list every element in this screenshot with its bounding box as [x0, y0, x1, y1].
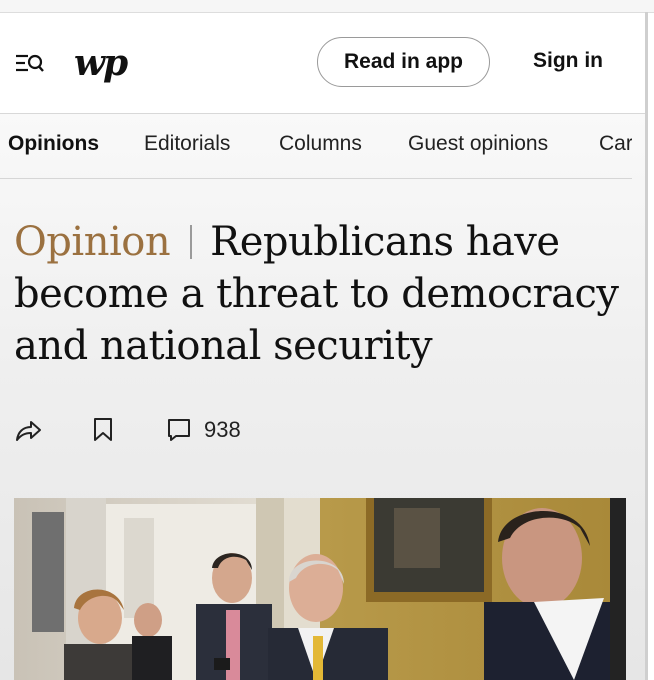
- menu-search-icon[interactable]: [14, 51, 46, 77]
- article-actions: 938: [14, 412, 314, 448]
- page: wp Read in app Sign in Opinions Editoria…: [0, 0, 654, 680]
- scrollbar[interactable]: [645, 12, 648, 680]
- subnav-item-columns[interactable]: Columns: [279, 132, 362, 156]
- bookmark-icon[interactable]: [92, 412, 114, 448]
- site-header: wp Read in app Sign in: [0, 13, 648, 114]
- opinion-kicker[interactable]: Opinion: [14, 219, 171, 265]
- share-icon[interactable]: [14, 412, 42, 448]
- kicker-divider: [190, 225, 193, 259]
- comment-icon[interactable]: [166, 412, 192, 448]
- subnav-item-guest-opinions[interactable]: Guest opinions: [408, 132, 548, 156]
- article-headline: Opinion Republicans have become a threat …: [14, 216, 634, 372]
- subnav-item-car[interactable]: Car: [599, 132, 632, 156]
- sign-in-button[interactable]: Sign in: [522, 37, 614, 85]
- read-in-app-button[interactable]: Read in app: [317, 37, 490, 87]
- browser-top-strip: [0, 0, 654, 13]
- subnav-item-editorials[interactable]: Editorials: [144, 132, 230, 156]
- subnav-item-opinions[interactable]: Opinions: [8, 132, 99, 156]
- washington-post-logo[interactable]: wp: [74, 41, 128, 85]
- article-lead-photo[interactable]: [14, 498, 626, 680]
- comment-count[interactable]: 938: [204, 415, 241, 445]
- opinions-subnav: Opinions Editorials Columns Guest opinio…: [0, 114, 632, 179]
